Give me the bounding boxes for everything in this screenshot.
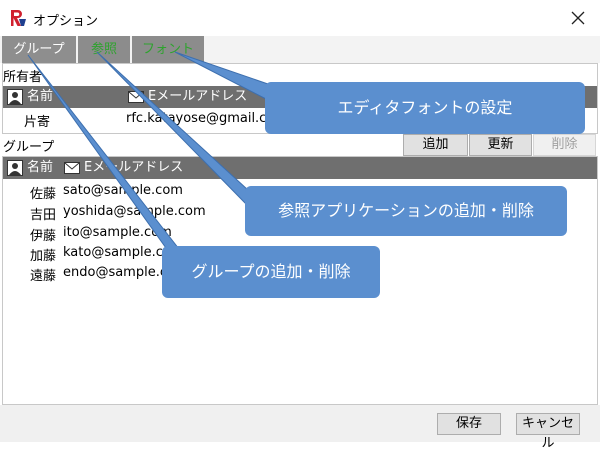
group-row-email[interactable]: ito@sample.com — [63, 225, 172, 240]
reference-callout: 参照アプリケーションの追加・削除 — [245, 186, 567, 236]
group-row-name[interactable]: 佐藤 — [30, 183, 56, 202]
save-button[interactable]: 保存 — [437, 413, 501, 435]
envelope-icon — [128, 91, 144, 103]
delete-button[interactable]: 削除 — [533, 134, 596, 156]
tab-reference[interactable]: 参照 — [78, 36, 130, 63]
cancel-button[interactable]: キャンセル — [516, 413, 580, 451]
group-section-label: グループ — [3, 140, 55, 155]
person-icon — [7, 160, 23, 176]
owner-row-name[interactable]: 片寄 — [24, 111, 50, 130]
owner-row-email[interactable]: rfc.katayose@gmail.com — [126, 111, 287, 126]
group-row-email[interactable]: yoshida@sample.com — [63, 204, 206, 219]
column-email: Eメールアドレス — [148, 89, 248, 104]
group-row-name[interactable]: 吉田 — [30, 204, 56, 223]
font-callout: エディタフォントの設定 — [265, 82, 585, 134]
update-button[interactable]: 更新 — [469, 134, 532, 156]
add-button[interactable]: 追加 — [403, 134, 468, 156]
close-icon[interactable] — [566, 6, 590, 30]
footer-bar — [0, 405, 600, 442]
app-logo-icon — [11, 10, 26, 26]
envelope-icon — [64, 162, 80, 174]
column-name: 名前 — [27, 89, 54, 104]
column-name: 名前 — [27, 160, 54, 175]
person-icon — [7, 89, 23, 105]
column-email: Eメールアドレス — [84, 160, 184, 175]
tab-font[interactable]: フォント — [132, 36, 204, 63]
group-list-header: 名前 Eメールアドレス — [3, 157, 597, 179]
tab-group[interactable]: グループ — [2, 36, 76, 63]
group-row-name[interactable]: 加藤 — [30, 245, 56, 264]
group-row-name[interactable]: 伊藤 — [30, 225, 56, 244]
group-callout: グループの追加・削除 — [162, 246, 380, 298]
window-title: オプション — [33, 14, 99, 29]
group-row-email[interactable]: sato@sample.com — [63, 183, 183, 198]
group-row-name[interactable]: 遠藤 — [30, 265, 56, 284]
